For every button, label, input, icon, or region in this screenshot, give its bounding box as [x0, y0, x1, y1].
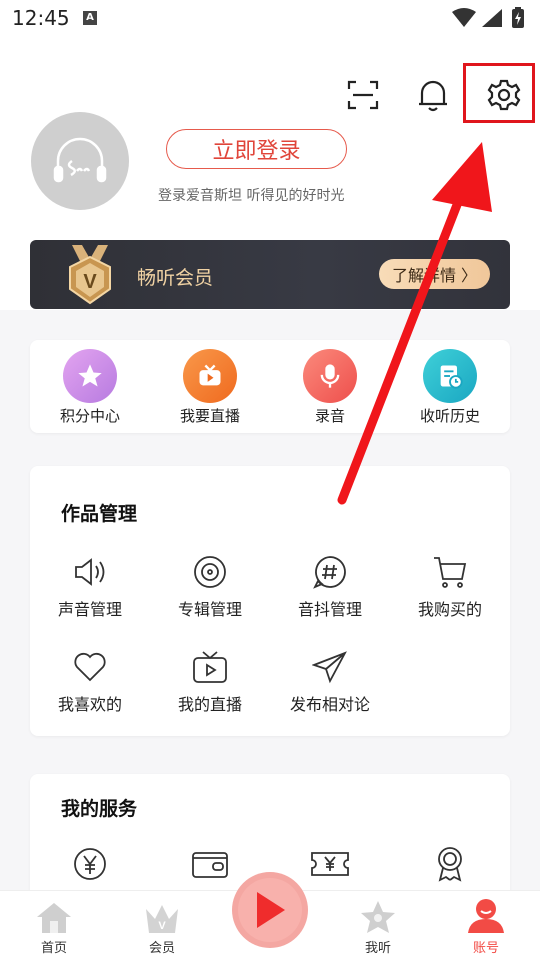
works-item-album[interactable]: 专辑管理: [150, 552, 270, 620]
cart-icon: [428, 552, 472, 592]
hashtag-icon: [308, 552, 352, 592]
disc-icon: [188, 552, 232, 592]
tab-listen[interactable]: 我听: [324, 891, 432, 960]
quick-item-points[interactable]: 积分中心: [30, 349, 150, 426]
tab-account[interactable]: 账号: [432, 891, 540, 960]
works-item-liked[interactable]: 我喜欢的: [30, 647, 150, 715]
quick-item-history[interactable]: 收听历史: [390, 349, 510, 426]
svg-text:V: V: [83, 271, 97, 293]
works-item-publish[interactable]: 发布相对论: [270, 647, 390, 715]
scan-icon: [347, 80, 379, 110]
status-icons: [450, 6, 530, 30]
player-button[interactable]: [232, 872, 308, 948]
login-button[interactable]: 立即登录: [166, 129, 347, 169]
quick-actions-card: 积分中心 我要直播 录音 收听历史: [30, 340, 510, 433]
works-item-purchased[interactable]: 我购买的: [390, 552, 510, 620]
heart-icon: [68, 647, 112, 687]
home-icon: [0, 891, 108, 935]
works-item-my-live[interactable]: 我的直播: [150, 647, 270, 715]
services-title: 我的服务: [61, 798, 138, 820]
wallet-icon: [188, 844, 232, 884]
login-subtitle: 登录爱音斯坦 听得见的好时光: [158, 188, 345, 204]
settings-highlight-box: [463, 63, 535, 123]
notifications-button[interactable]: [413, 75, 453, 115]
scan-button[interactable]: [343, 75, 383, 115]
works-item-sound[interactable]: 声音管理: [30, 552, 150, 620]
crown-icon: V: [108, 891, 216, 935]
status-bar: 12:45 A: [0, 0, 540, 36]
microphone-icon: [303, 349, 357, 403]
works-title: 作品管理: [61, 503, 138, 525]
quick-item-live[interactable]: 我要直播: [150, 349, 270, 426]
services-item-coins[interactable]: [30, 844, 150, 884]
history-icon: [423, 349, 477, 403]
works-card: 作品管理 声音管理 专辑管理 音抖管理 我购买的 我喜欢的 我的直播 发布相对论: [30, 466, 510, 736]
signal-icon: [482, 9, 502, 27]
ticket-yen-icon: [308, 844, 352, 884]
vip-title: 畅听会员: [137, 267, 214, 289]
coin-yen-icon: [68, 844, 112, 884]
star-icon: [324, 891, 432, 935]
vip-medal-icon: V: [69, 245, 111, 305]
play-icon: [257, 892, 285, 928]
star-icon: [63, 349, 117, 403]
user-icon: [432, 891, 540, 935]
headphone-logo-icon: [53, 137, 107, 183]
speaker-icon: [68, 552, 112, 592]
tv-icon: [188, 647, 232, 687]
services-item-medal[interactable]: [390, 844, 510, 884]
works-item-douyin[interactable]: 音抖管理: [270, 552, 390, 620]
quick-item-record[interactable]: 录音: [270, 349, 390, 426]
live-tv-icon: [183, 349, 237, 403]
battery-icon: [512, 7, 524, 28]
vip-details-button[interactable]: 了解详情 〉: [379, 259, 490, 289]
notification-icon: A: [83, 11, 97, 25]
wifi-icon: [452, 8, 476, 27]
bell-icon: [419, 80, 447, 112]
paper-plane-icon: [308, 647, 352, 687]
tab-vip[interactable]: V 会员: [108, 891, 216, 960]
avatar[interactable]: [31, 112, 129, 210]
medal-icon: [428, 844, 472, 884]
status-time: 12:45: [12, 6, 70, 30]
tab-home[interactable]: 首页: [0, 891, 108, 960]
svg-text:V: V: [158, 920, 166, 932]
